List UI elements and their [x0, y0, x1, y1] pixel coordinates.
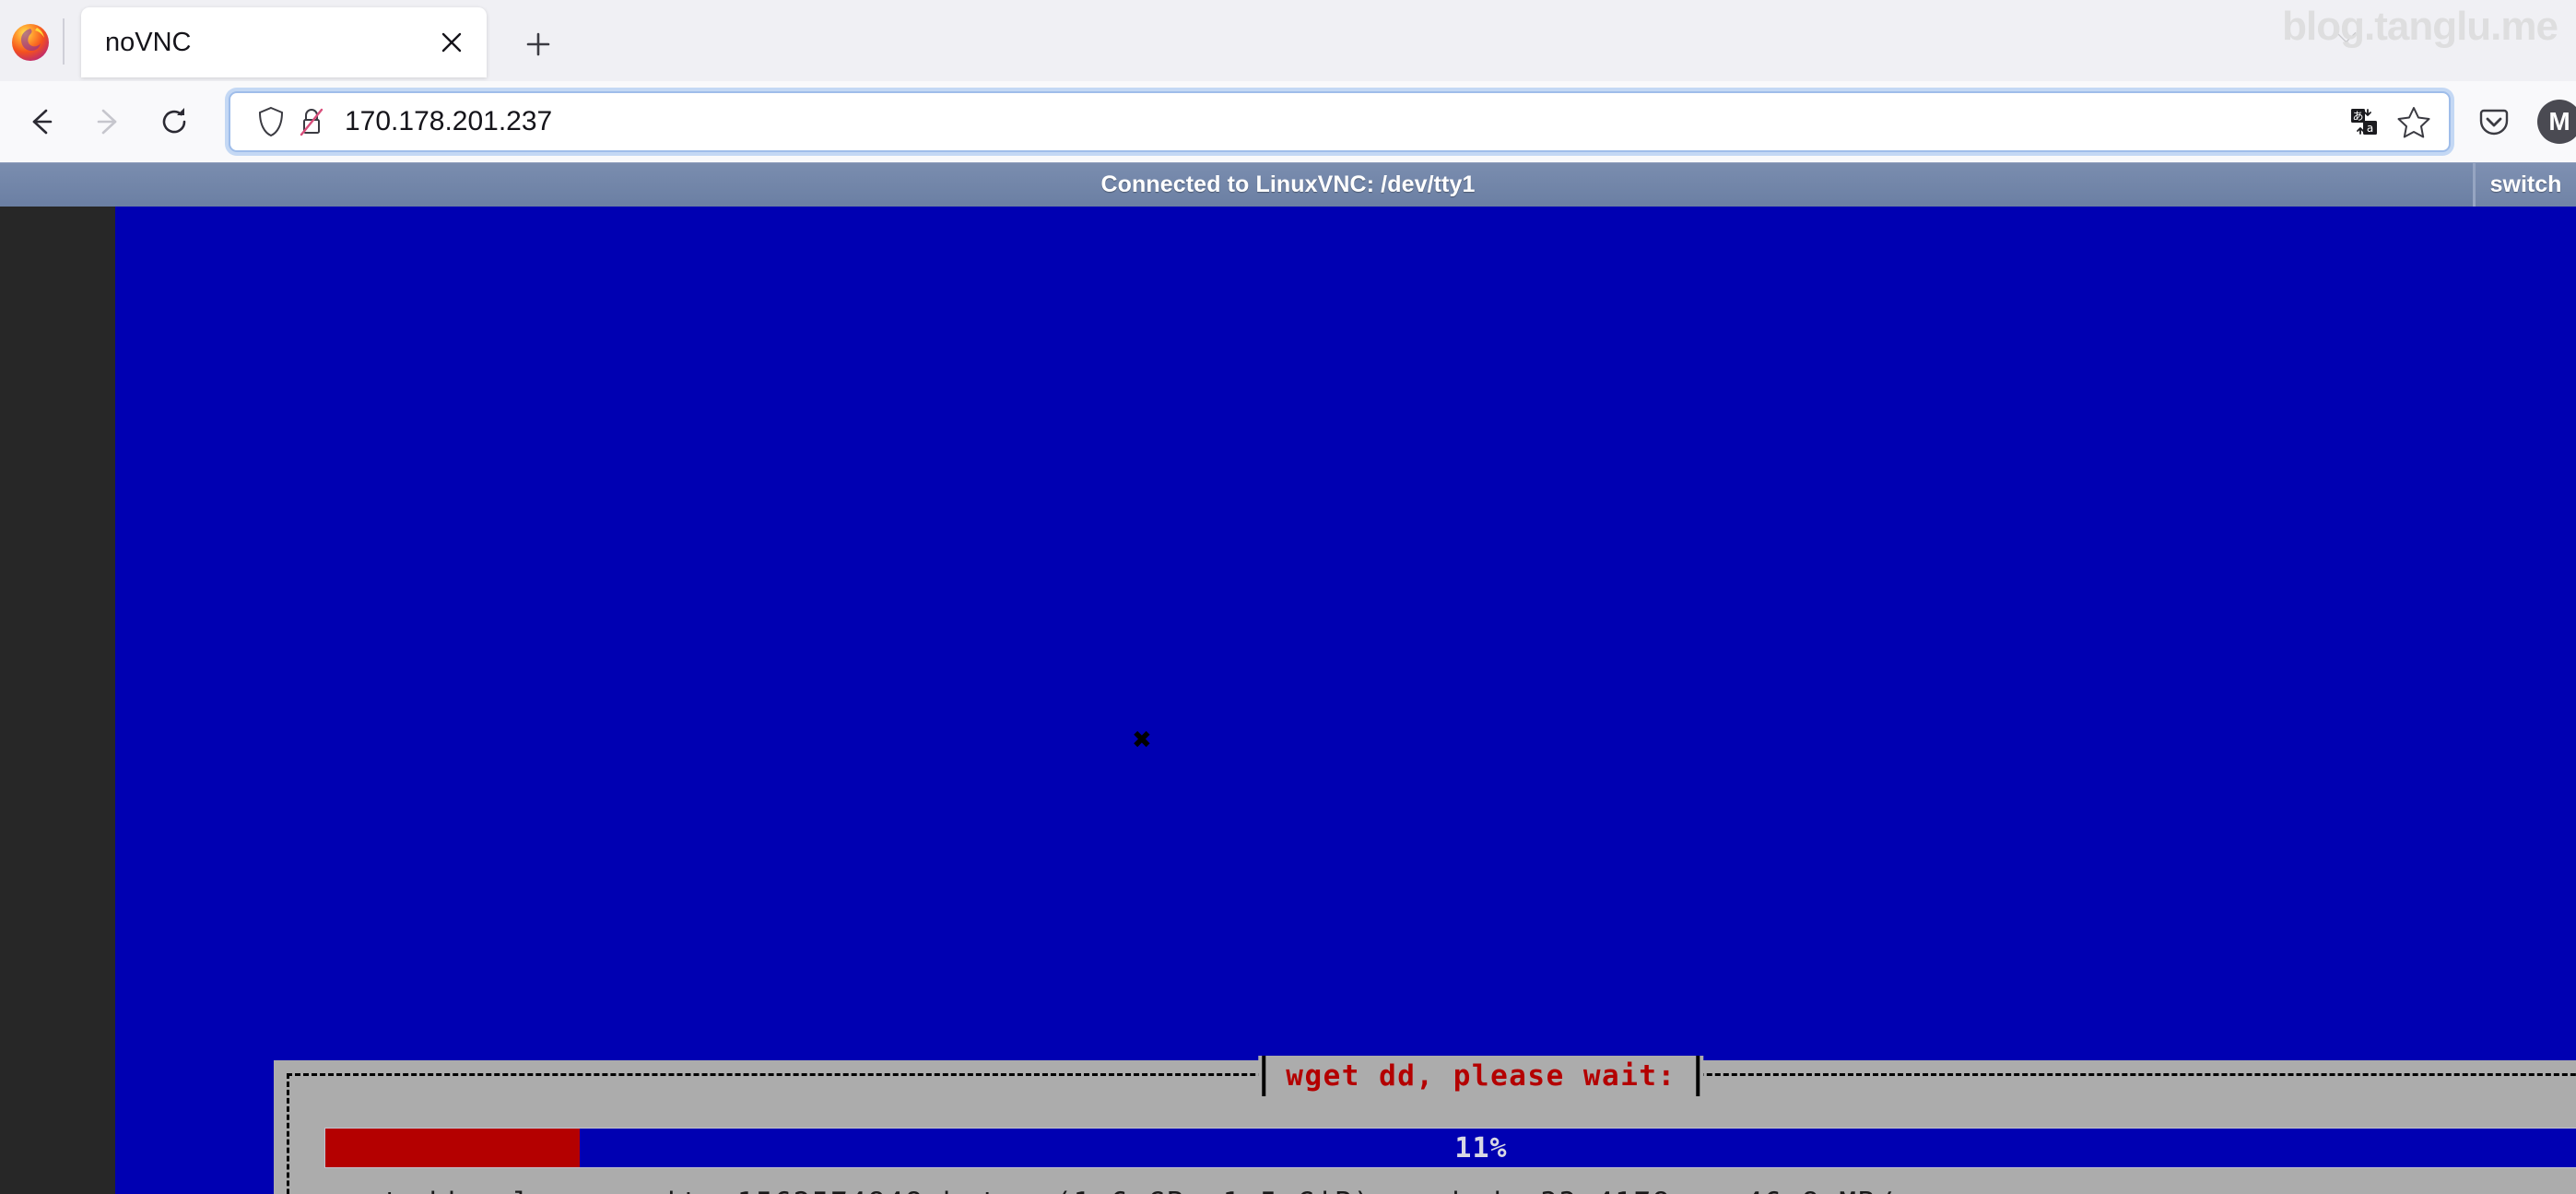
dialog-title: wget dd, please wait:: [1286, 1059, 1676, 1093]
new-tab-button[interactable]: [512, 18, 564, 70]
vnc-remote-desktop[interactable]: ✖ wget dd, please wait: 11% wget dd, ple…: [115, 207, 2576, 1194]
novnc-connection-status: Connected to LinuxVNC: /dev/tty1: [1100, 171, 1476, 197]
urlbar-icon-group: あ a: [2344, 101, 2434, 142]
arrow-right-icon: [97, 109, 117, 135]
browser-tab-novnc[interactable]: noVNC: [81, 7, 487, 77]
close-icon[interactable]: [429, 20, 474, 65]
novnc-switch-button[interactable]: switch: [2473, 163, 2576, 207]
arrow-left-icon: [32, 109, 53, 135]
forward-button[interactable]: [79, 93, 136, 150]
navigation-toolbar: 170.178.201.237 あ a M: [0, 81, 2576, 162]
toolbar-right-group: M: [2465, 93, 2576, 150]
dialog-dashed-border: wget dd, please wait: 11% wget dd, pleas…: [287, 1056, 2576, 1194]
tab-strip: noVNC ⌵ blog.tanglu.me: [0, 0, 2576, 81]
dialog-message: wget dd, please wait: 1562574848 bytes (…: [326, 1187, 2576, 1194]
reload-icon: [162, 108, 186, 134]
tab-strip-divider: [63, 18, 65, 65]
vnc-cursor-icon: ✖: [1132, 727, 1152, 754]
firefox-browser-window: noVNC ⌵ blog.tanglu.me 170.178.201.237 あ…: [0, 0, 2576, 1194]
translate-icon[interactable]: あ a: [2344, 101, 2384, 142]
watermark-chevron-down-icon: ⌵: [2335, 18, 2357, 49]
progress-bar: 11%: [324, 1128, 2576, 1168]
tracking-protection-shield-icon[interactable]: [251, 101, 291, 142]
url-bar[interactable]: 170.178.201.237 あ a: [229, 91, 2451, 152]
connection-not-secure-icon[interactable]: [291, 101, 332, 142]
account-avatar[interactable]: M: [2537, 100, 2576, 144]
back-button[interactable]: [13, 93, 70, 150]
svg-text:あ: あ: [2352, 110, 2363, 123]
save-to-pocket-icon[interactable]: [2465, 93, 2523, 150]
novnc-status-bar: Connected to LinuxVNC: /dev/tty1 switch: [0, 162, 2576, 207]
vnc-viewport[interactable]: ✖ wget dd, please wait: 11% wget dd, ple…: [0, 207, 2576, 1194]
browser-tab-title: noVNC: [105, 27, 192, 57]
url-input[interactable]: 170.178.201.237: [345, 106, 2344, 137]
dialog-title-bar: wget dd, please wait:: [1258, 1056, 1704, 1096]
title-divider-right: [1696, 1056, 1700, 1096]
svg-text:a: a: [2367, 122, 2373, 135]
site-watermark: blog.tanglu.me: [2282, 4, 2558, 49]
bookmark-star-icon[interactable]: [2394, 101, 2434, 142]
reload-button[interactable]: [146, 93, 203, 150]
whiptail-gauge-dialog: wget dd, please wait: 11% wget dd, pleas…: [274, 1056, 2576, 1194]
progress-percent-label: 11%: [1454, 1131, 1508, 1164]
firefox-logo-icon: [9, 20, 52, 63]
